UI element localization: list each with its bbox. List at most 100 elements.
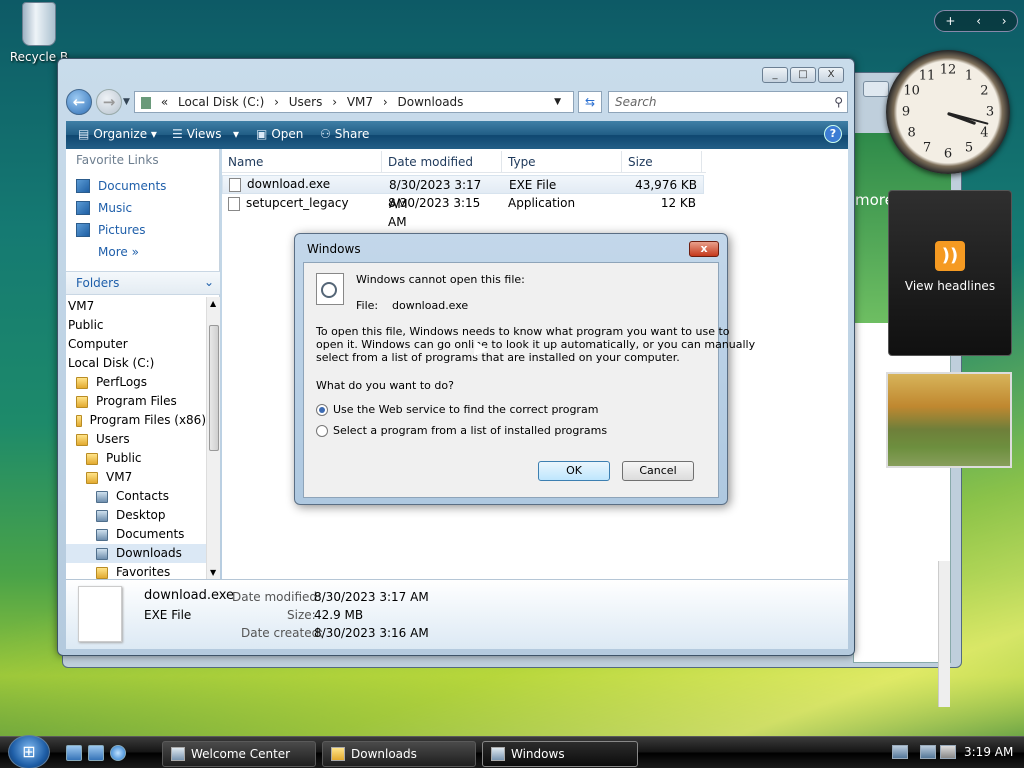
breadcrumb-local-disk[interactable]: Local Disk (C:)	[178, 95, 264, 109]
minimize-button[interactable]: _	[762, 67, 788, 83]
favorite-music[interactable]: Music	[76, 197, 219, 219]
special-folder-icon	[96, 509, 108, 522]
folders-header[interactable]: Folders ⌄	[66, 271, 220, 295]
clock-time[interactable]: 3:19 AM	[964, 745, 1013, 759]
refresh-button[interactable]: ⇆	[578, 91, 602, 113]
network-icon[interactable]	[892, 745, 908, 759]
internet-explorer-icon[interactable]	[110, 745, 126, 761]
folder-icon	[76, 376, 88, 389]
close-button[interactable]: X	[818, 67, 844, 83]
open-button[interactable]: ▣ Open	[256, 127, 303, 141]
cancel-button[interactable]: Cancel	[622, 461, 694, 481]
tree-item-label: PerfLogs	[96, 375, 148, 389]
recent-pages-dropdown[interactable]: ▼	[123, 97, 130, 107]
radio-unselected-icon	[316, 424, 328, 437]
ok-button[interactable]: OK	[538, 461, 610, 481]
slideshow-gadget[interactable]	[886, 372, 1012, 468]
back-button[interactable]: ←	[66, 89, 92, 115]
tree-item-favorites[interactable]: Favorites	[66, 563, 206, 579]
breadcrumb-separator[interactable]: ›	[332, 95, 337, 109]
views-button[interactable]: ☰ Views ▾	[172, 127, 239, 141]
file-row[interactable]: setupcert_legacy 8/30/2023 3:15 AM Applica…	[222, 194, 702, 229]
clock-gadget[interactable]: 12 1 2 3 4 5 6 7 8 9 10 11	[886, 50, 1010, 174]
favorite-documents[interactable]: Documents	[76, 175, 219, 197]
option-select-program-radio[interactable]: Select a program from a list of installe…	[316, 424, 607, 437]
favorite-more[interactable]: More »	[76, 241, 219, 263]
favorite-pictures[interactable]: Pictures	[76, 219, 219, 241]
column-size[interactable]: Size	[622, 151, 702, 173]
next-gadget-button[interactable]: ›	[1002, 14, 1007, 28]
tree-item-users[interactable]: Users	[66, 430, 206, 449]
search-icon[interactable]: ⚲	[834, 92, 843, 112]
option-web-service-radio[interactable]: Use the Web service to find the correct …	[316, 403, 598, 416]
details-size-label: Size:	[287, 608, 316, 622]
open-with-dialog[interactable]: Windows x Windows cannot open this file:…	[294, 233, 755, 505]
add-gadget-button[interactable]: +	[945, 14, 955, 28]
organize-button[interactable]: ▤ Organize ▾	[78, 127, 157, 141]
start-button[interactable]: ⊞	[8, 735, 50, 768]
scroll-down-icon[interactable]: ▼	[210, 568, 216, 577]
scroll-thumb[interactable]	[209, 325, 219, 451]
column-date-modified[interactable]: Date modified	[382, 151, 502, 173]
task-windows-dialog[interactable]: Windows	[482, 741, 638, 767]
scroll-up-icon[interactable]: ▲	[210, 299, 216, 308]
tree-item-desktop[interactable]: Desktop	[66, 506, 206, 525]
volume-muted-icon[interactable]	[940, 745, 956, 759]
folder-icon	[76, 414, 82, 427]
tree-item-perflogs[interactable]: PerfLogs	[66, 373, 206, 392]
breadcrumb-separator[interactable]: ›	[383, 95, 388, 109]
help-button[interactable]: ?	[824, 125, 842, 143]
forward-button[interactable]: →	[96, 89, 122, 115]
breadcrumb-vm7[interactable]: VM7	[347, 95, 373, 109]
tree-item-vm7[interactable]: VM7	[66, 468, 206, 487]
tree-item-public[interactable]: Public	[66, 449, 206, 468]
switch-windows-icon[interactable]	[88, 745, 104, 761]
tree-item-program-files[interactable]: Program Files	[66, 392, 206, 411]
clock-number: 8	[907, 125, 916, 141]
column-name[interactable]: Name	[222, 151, 382, 173]
minute-hand	[947, 112, 989, 125]
welcome-scrollbar[interactable]	[938, 561, 950, 707]
display-icon[interactable]	[920, 745, 936, 759]
tree-item-label: Program Files (x86)	[89, 413, 206, 427]
show-desktop-icon[interactable]	[66, 745, 82, 761]
share-button[interactable]: ⚇ Share	[320, 127, 369, 141]
view-headlines-link[interactable]: View headlines	[889, 279, 1011, 293]
tree-item-vm7[interactable]: VM7	[66, 297, 206, 316]
column-type[interactable]: Type	[502, 151, 622, 173]
favorite-links: Favorite Links Documents Music Pictures …	[66, 149, 219, 263]
address-dropdown-icon[interactable]: ▼	[554, 92, 561, 112]
breadcrumb-separator[interactable]: ›	[274, 95, 279, 109]
breadcrumb-overflow[interactable]: «	[161, 95, 168, 109]
task-welcome-center[interactable]: Welcome Center	[162, 741, 316, 767]
previous-gadget-button[interactable]: ‹	[976, 14, 981, 28]
maximize-button[interactable]: □	[790, 67, 816, 83]
tree-item-documents[interactable]: Documents	[66, 525, 206, 544]
clock-number: 2	[980, 83, 989, 99]
recycle-bin-icon[interactable]: Recycle B	[4, 2, 74, 64]
feed-headlines-gadget[interactable]: )) View headlines	[888, 190, 1012, 356]
views-icon: ☰	[172, 127, 183, 141]
breadcrumb-downloads[interactable]: Downloads	[398, 95, 464, 109]
address-bar[interactable]: « Local Disk (C:) › Users › VM7 › Downlo…	[134, 91, 574, 113]
special-folder-icon	[96, 490, 108, 503]
tree-item-downloads[interactable]: Downloads	[66, 544, 206, 563]
tree-item-contacts[interactable]: Contacts	[66, 487, 206, 506]
tree-item-computer[interactable]: Computer	[66, 335, 206, 354]
navigation-bar: ← → ▼ « Local Disk (C:) › Users › VM7 › …	[66, 87, 848, 119]
tree-item-program-files-x86-[interactable]: Program Files (x86)	[66, 411, 206, 430]
clock-number: 4	[980, 125, 989, 141]
task-downloads[interactable]: Downloads	[322, 741, 476, 767]
file-row[interactable]: download.exe 8/30/2023 3:17 AM EXE File 43,…	[222, 175, 704, 211]
folder-tree-scrollbar[interactable]: ▲ ▼	[206, 297, 220, 579]
tree-item-public[interactable]: Public	[66, 316, 206, 335]
back-window-minimize-button[interactable]	[863, 81, 889, 97]
dialog-question: What do you want to do?	[316, 379, 454, 392]
dialog-close-button[interactable]: x	[689, 241, 719, 257]
search-input[interactable]: Search ⚲	[608, 91, 848, 113]
file-size: 43,976 KB	[635, 178, 697, 192]
breadcrumb-users[interactable]: Users	[289, 95, 323, 109]
rss-icon: ))	[935, 241, 965, 271]
tree-item-local-disk-c-[interactable]: Local Disk (C:)	[66, 354, 206, 373]
file-date: 8/30/2023 3:15 AM	[388, 196, 481, 229]
